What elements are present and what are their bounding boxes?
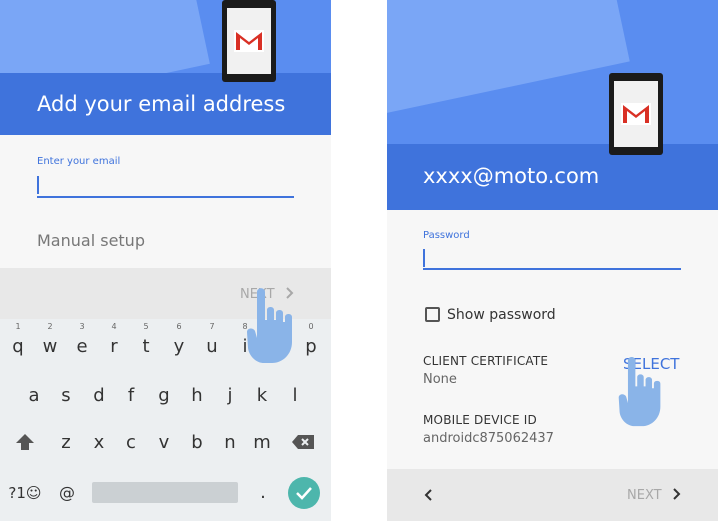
password-field-label: Password	[423, 230, 470, 241]
page-title: Add your email address	[37, 92, 286, 116]
key-p[interactable]: 0p	[296, 322, 326, 364]
manual-setup-link[interactable]: Manual setup	[37, 231, 145, 250]
shift-key[interactable]	[10, 426, 40, 460]
show-password-label: Show password	[447, 307, 556, 323]
key-r[interactable]: 4r	[99, 322, 129, 364]
navigation-bar: NEXT	[387, 469, 718, 521]
gmail-icon	[234, 30, 264, 52]
key-a[interactable]: a	[19, 379, 49, 413]
account-email: xxxx@moto.com	[423, 164, 600, 188]
check-icon	[296, 487, 312, 500]
key-k[interactable]: k	[247, 379, 277, 413]
tap-hand-icon	[247, 288, 292, 363]
header: Add your email address	[0, 0, 331, 135]
key-x[interactable]: x	[84, 426, 114, 460]
key-m[interactable]: m	[247, 426, 277, 460]
next-label: NEXT	[627, 488, 662, 503]
period-key[interactable]: .	[248, 476, 278, 510]
key-y[interactable]: 6y	[164, 322, 194, 364]
key-g[interactable]: g	[149, 379, 179, 413]
key-e[interactable]: 3e	[67, 322, 97, 364]
key-s[interactable]: s	[51, 379, 81, 413]
key-v[interactable]: v	[149, 426, 179, 460]
symbols-key[interactable]: ?1☺	[6, 476, 44, 510]
key-u[interactable]: 7u	[197, 322, 227, 364]
text-caret	[423, 249, 425, 267]
key-j[interactable]: j	[215, 379, 245, 413]
show-password-checkbox[interactable]	[425, 307, 440, 322]
key-q[interactable]: 1q	[3, 322, 33, 364]
phone-illustration	[222, 0, 276, 82]
key-f[interactable]: f	[116, 379, 146, 413]
email-field-label: Enter your email	[37, 156, 121, 167]
key-n[interactable]: n	[215, 426, 245, 460]
header-highlight	[387, 0, 630, 116]
mobile-device-id-label: MOBILE DEVICE ID	[423, 413, 537, 427]
key-z[interactable]: z	[51, 426, 81, 460]
tap-hand-icon	[618, 356, 661, 427]
header: xxxx@moto.com	[387, 0, 718, 210]
text-caret	[37, 176, 39, 194]
key-c[interactable]: c	[116, 426, 146, 460]
shift-icon	[16, 434, 34, 450]
phone-illustration	[609, 73, 663, 155]
mobile-device-id-value: androidc875062437	[423, 431, 554, 446]
backspace-icon	[292, 435, 314, 449]
key-w[interactable]: 2w	[35, 322, 65, 364]
key-d[interactable]: d	[84, 379, 114, 413]
key-t[interactable]: 5t	[131, 322, 161, 364]
client-certificate-value: None	[423, 372, 457, 387]
email-input[interactable]	[37, 196, 294, 198]
add-email-screen: Add your email address Enter your email …	[0, 0, 331, 521]
password-screen: xxxx@moto.com Password Show password CLI…	[387, 0, 718, 521]
client-certificate-label: CLIENT CERTIFICATE	[423, 354, 549, 368]
done-key[interactable]	[288, 477, 320, 509]
chevron-left-icon[interactable]	[423, 489, 433, 501]
chevron-right-icon	[672, 488, 681, 500]
space-key[interactable]	[92, 482, 238, 503]
gmail-icon	[621, 103, 651, 125]
key-h[interactable]: h	[182, 379, 212, 413]
key-b[interactable]: b	[182, 426, 212, 460]
password-input[interactable]	[423, 268, 681, 270]
at-key[interactable]: @	[52, 476, 82, 510]
key-l[interactable]: l	[280, 379, 310, 413]
next-button[interactable]: NEXT	[627, 488, 682, 503]
backspace-key[interactable]	[288, 426, 318, 460]
